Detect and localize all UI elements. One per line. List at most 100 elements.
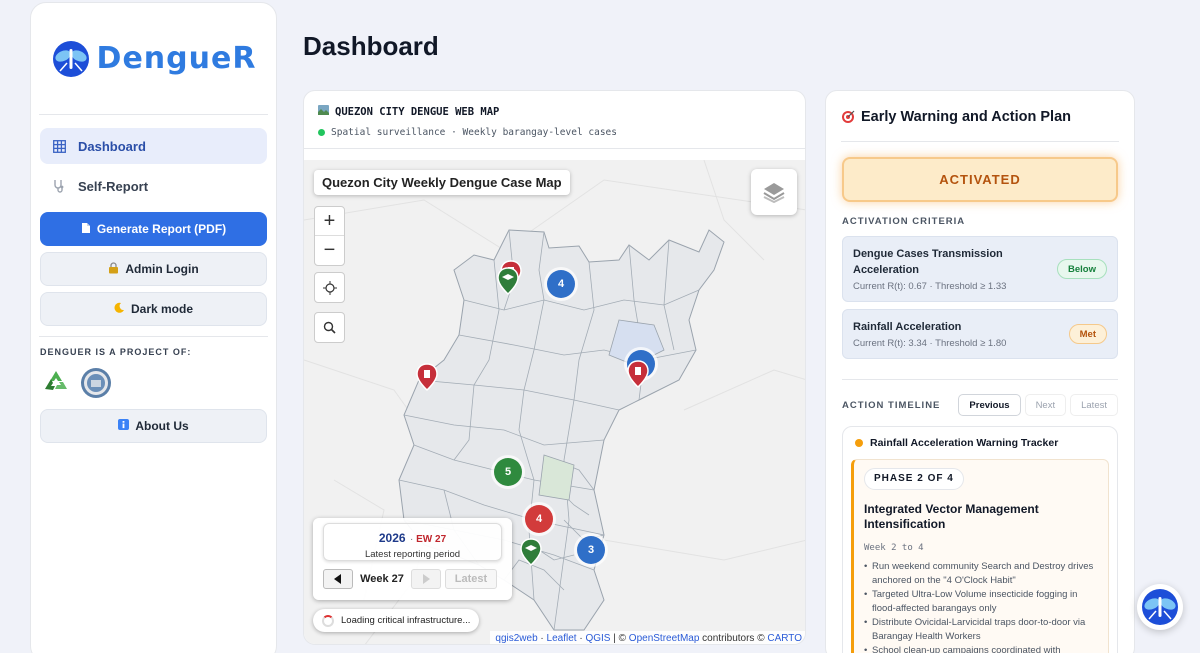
attribution-separator: · — [537, 633, 547, 644]
week-selector-panel: 2026 · EW 27 Latest reporting period Wee… — [313, 518, 512, 600]
partner-logos — [40, 367, 267, 399]
sidebar-item-self-report[interactable]: Self-Report — [40, 168, 267, 204]
about-us-label: About Us — [135, 419, 189, 433]
loading-text: Loading critical infrastructure... — [341, 615, 471, 626]
phase-label: PHASE 2 OF 4 — [864, 468, 964, 490]
grid-icon — [52, 139, 66, 153]
attribution-link-osm[interactable]: OpenStreetMap — [629, 633, 700, 644]
generate-report-label: Generate Report (PDF) — [96, 222, 227, 236]
map-canvas[interactable]: Quezon City Weekly Dengue Case Map + − 4… — [304, 160, 805, 644]
timeline-previous-button[interactable]: Previous — [958, 394, 1021, 416]
case-cluster[interactable]: 4 — [525, 505, 553, 533]
logo[interactable]: DengueR — [39, 3, 268, 115]
latest-week-button[interactable]: Latest — [445, 569, 497, 589]
dark-mode-toggle[interactable]: Dark mode — [40, 292, 267, 326]
admin-login-button[interactable]: Admin Login — [40, 252, 267, 286]
admin-login-label: Admin Login — [125, 262, 199, 276]
sidebar-nav: Dashboard Self-Report Generate Report (P… — [40, 115, 267, 326]
map-search-button[interactable] — [314, 312, 345, 343]
triangle-left-icon — [334, 574, 341, 584]
hospital-pin-icon[interactable] — [627, 360, 649, 388]
sidebar-item-dashboard[interactable]: Dashboard — [40, 128, 267, 164]
phase-card: PHASE 2 OF 4 Integrated Vector Managemen… — [851, 459, 1109, 653]
activation-criteria-label: ACTIVATION CRITERIA — [842, 216, 966, 227]
sidebar: DengueR Dashboard Self-Report Generate R… — [30, 2, 277, 653]
target-icon — [842, 110, 855, 123]
next-week-button[interactable] — [411, 569, 441, 589]
sidebar-item-label: Self-Report — [78, 178, 149, 194]
locate-button[interactable] — [314, 272, 345, 303]
spinner-icon — [322, 614, 334, 627]
case-cluster[interactable]: 5 — [494, 458, 522, 486]
period-label: Latest reporting period — [364, 549, 461, 560]
timeline-next-button[interactable]: Next — [1024, 394, 1067, 416]
criterion-name: Rainfall Acceleration — [853, 321, 962, 333]
hospital-pin-icon[interactable] — [416, 363, 438, 391]
sidebar-divider — [39, 336, 268, 337]
attribution-link-qgis[interactable]: QGIS — [585, 633, 610, 644]
zoom-control: + − — [314, 206, 345, 266]
search-icon — [323, 321, 336, 334]
action-timeline-header: ACTION TIMELINE Previous Next Latest — [842, 379, 1118, 416]
map-card: QUEZON CITY DENGUE WEB MAP Spatial surve… — [303, 90, 806, 645]
phase-title: Integrated Vector Management Intensifica… — [864, 502, 1039, 531]
map-card-subtitle: Spatial surveillance · Weekly barangay-l… — [318, 127, 791, 138]
attribution-link-carto[interactable]: CARTO — [767, 633, 802, 644]
map-card-title-text: QUEZON CITY DENGUE WEB MAP — [335, 105, 500, 118]
project-of-label: DENGUER IS A PROJECT OF: — [40, 347, 192, 357]
attribution-link-qgis2web[interactable]: qgis2web — [495, 633, 537, 644]
dark-mode-label: Dark mode — [130, 302, 194, 316]
case-cluster[interactable]: 4 — [547, 270, 575, 298]
timeline-navigation: Previous Next Latest — [958, 394, 1118, 416]
warning-tracker: Rainfall Acceleration Warning Tracker PH… — [842, 426, 1118, 653]
lock-icon — [108, 261, 119, 277]
generate-report-button[interactable]: Generate Report (PDF) — [40, 212, 267, 246]
criterion-meta: Current R(t): 3.34 · Threshold ≥ 1.80 — [853, 338, 1007, 349]
attribution-separator: | © — [610, 633, 629, 644]
case-cluster[interactable]: 3 — [577, 536, 605, 564]
early-warning-header: Early Warning and Action Plan — [841, 91, 1119, 142]
school-pin-icon[interactable] — [520, 538, 542, 566]
map-attribution: qgis2web · Leaflet · QGIS | © OpenStreet… — [490, 631, 805, 644]
layers-icon — [763, 183, 785, 203]
phase-weeks: Week 2 to 4 — [864, 543, 924, 553]
live-status-dot — [318, 129, 325, 136]
mosquito-logo-icon — [52, 40, 89, 77]
document-icon — [81, 222, 91, 237]
info-icon — [118, 419, 130, 433]
period-ew: EW 27 — [416, 534, 447, 545]
criterion-meta: Current R(t): 0.67 · Threshold ≥ 1.33 — [853, 281, 1007, 292]
partner-logo-recycle-icon[interactable] — [40, 367, 72, 399]
tracker-header: Rainfall Acceleration Warning Tracker — [851, 437, 1109, 449]
phase-action-item: Targeted Ultra-Low Volume insecticide fo… — [864, 588, 1098, 616]
criterion-status-badge: Met — [1068, 324, 1107, 344]
criterion-name: Dengue Cases Transmission Acceleration — [853, 248, 1003, 276]
loading-indicator: Loading critical infrastructure... — [313, 609, 480, 632]
reporting-period: 2026 · EW 27 Latest reporting period — [323, 523, 502, 561]
attribution-link-leaflet[interactable]: Leaflet — [547, 633, 577, 644]
attribution-contributors: contributors © — [699, 633, 768, 644]
period-year: 2026 — [378, 531, 406, 545]
map-card-title: QUEZON CITY DENGUE WEB MAP — [318, 105, 791, 118]
zoom-in-button[interactable]: + — [315, 207, 344, 236]
partner-logo-seal-icon[interactable] — [80, 367, 112, 399]
brand-name: DengueR — [96, 41, 257, 76]
activation-status-badge: ACTIVATED — [842, 157, 1118, 202]
mosquito-logo-icon — [1142, 589, 1178, 625]
map-emoji-icon — [318, 105, 329, 118]
moon-icon — [114, 302, 125, 316]
criterion-card: Dengue Cases Transmission Acceleration C… — [842, 236, 1118, 302]
criterion-card: Rainfall Acceleration Current R(t): 3.34… — [842, 309, 1118, 359]
phase-action-item: Run weekend community Search and Destroy… — [864, 560, 1098, 588]
action-timeline-label: ACTION TIMELINE — [842, 399, 941, 411]
school-pin-icon[interactable] — [497, 267, 519, 295]
previous-week-button[interactable] — [323, 569, 353, 589]
page-title: Dashboard — [303, 31, 439, 61]
timeline-latest-button[interactable]: Latest — [1070, 394, 1118, 416]
chatbot-button[interactable] — [1137, 584, 1183, 630]
about-us-button[interactable]: About Us — [40, 409, 267, 443]
crosshair-icon — [322, 280, 337, 295]
zoom-out-button[interactable]: − — [315, 236, 344, 265]
phase-actions: Run weekend community Search and Destroy… — [864, 560, 1098, 653]
layers-control[interactable] — [751, 169, 797, 215]
